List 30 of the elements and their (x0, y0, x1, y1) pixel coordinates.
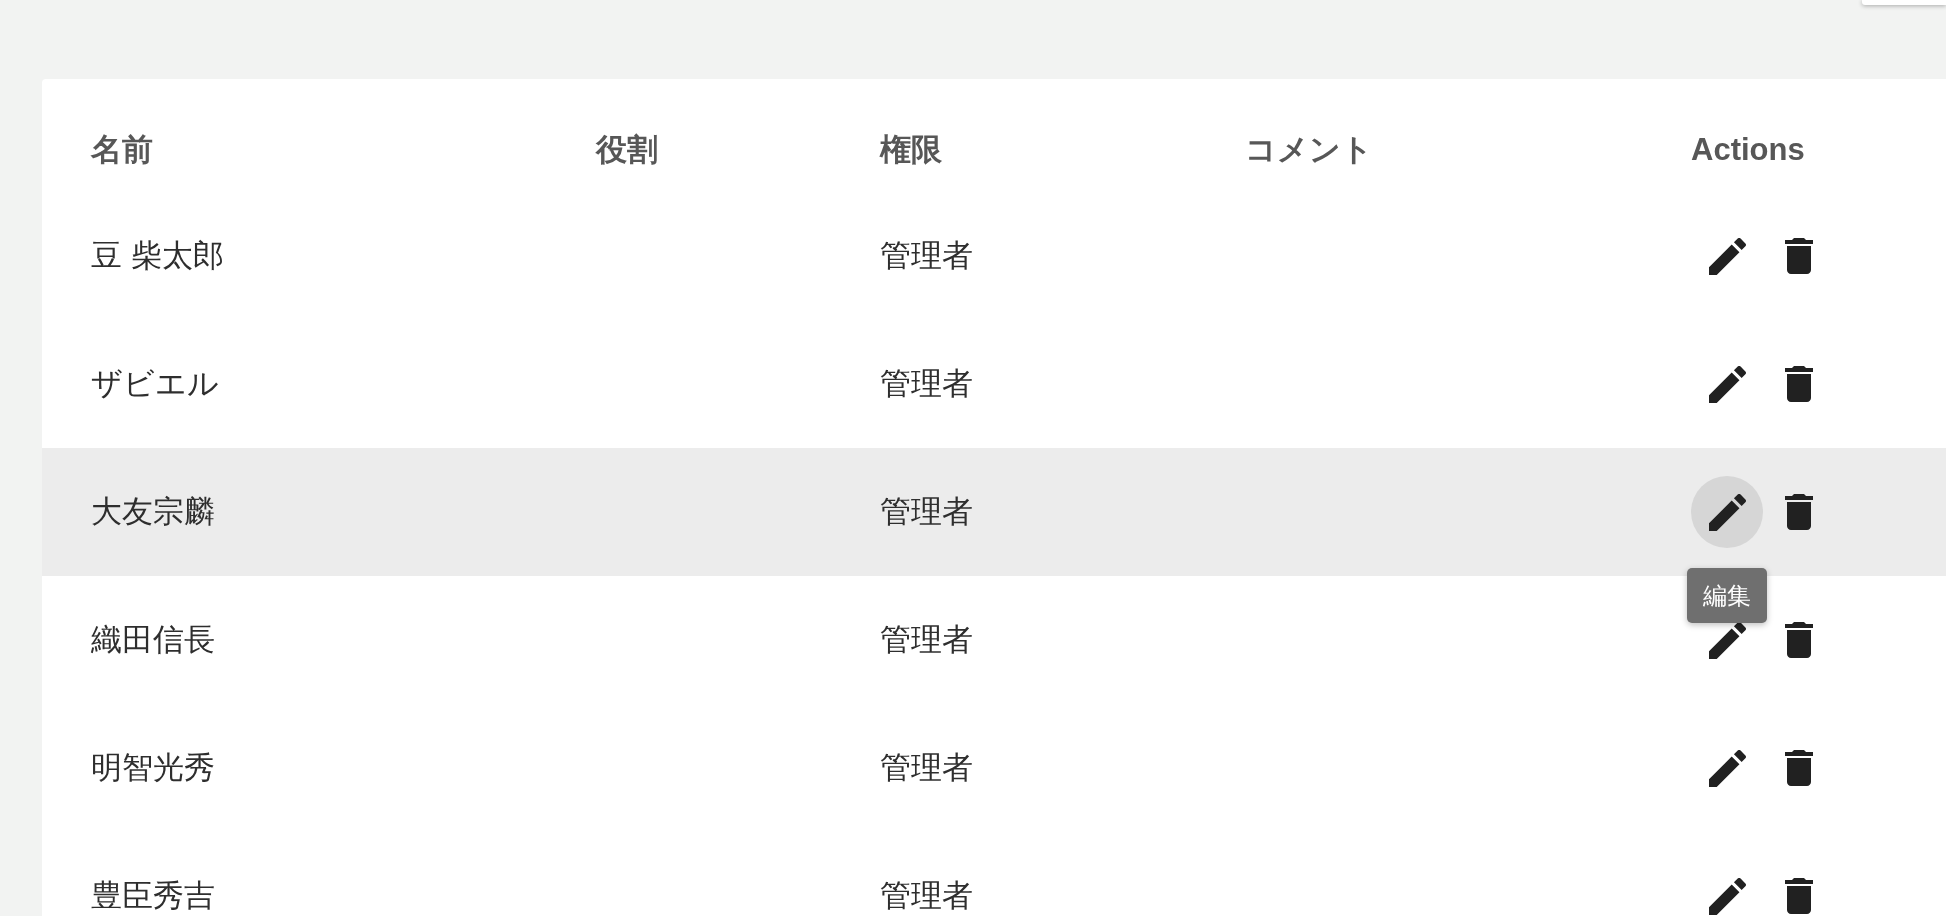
user-name: 大友宗麟 (91, 494, 215, 529)
column-header: 名前 (91, 132, 153, 167)
trash-icon (1785, 494, 1813, 530)
pencil-icon (1708, 493, 1746, 531)
user-name: ザビエル (91, 366, 219, 401)
permission-text: 管理者 (880, 622, 973, 657)
tooltip: 編集 (1687, 568, 1767, 623)
column-header: 権限 (880, 132, 942, 167)
pencil-icon (1708, 877, 1746, 915)
permission-text: 管理者 (880, 238, 973, 273)
column-header: コメント (1245, 132, 1373, 167)
trash-icon (1785, 750, 1813, 786)
column-header: 役割 (596, 132, 658, 167)
pencil-icon (1708, 621, 1746, 659)
pencil-icon (1708, 237, 1746, 275)
user-name: 豆 柴太郎 (91, 238, 224, 273)
user-name: 豊臣秀吉 (91, 878, 215, 913)
trash-icon (1785, 238, 1813, 274)
pencil-icon (1708, 365, 1746, 403)
permission-text: 管理者 (880, 750, 973, 785)
trash-icon (1785, 622, 1813, 658)
permission-text: 管理者 (880, 878, 973, 913)
user-name: 明智光秀 (91, 750, 215, 785)
column-header: Actions (1691, 132, 1805, 167)
trash-icon (1785, 366, 1813, 402)
pencil-icon (1708, 749, 1746, 787)
permission-text: 管理者 (880, 366, 973, 401)
user-name: 織田信長 (91, 622, 215, 657)
permission-text: 管理者 (880, 494, 973, 529)
trash-icon (1785, 878, 1813, 914)
